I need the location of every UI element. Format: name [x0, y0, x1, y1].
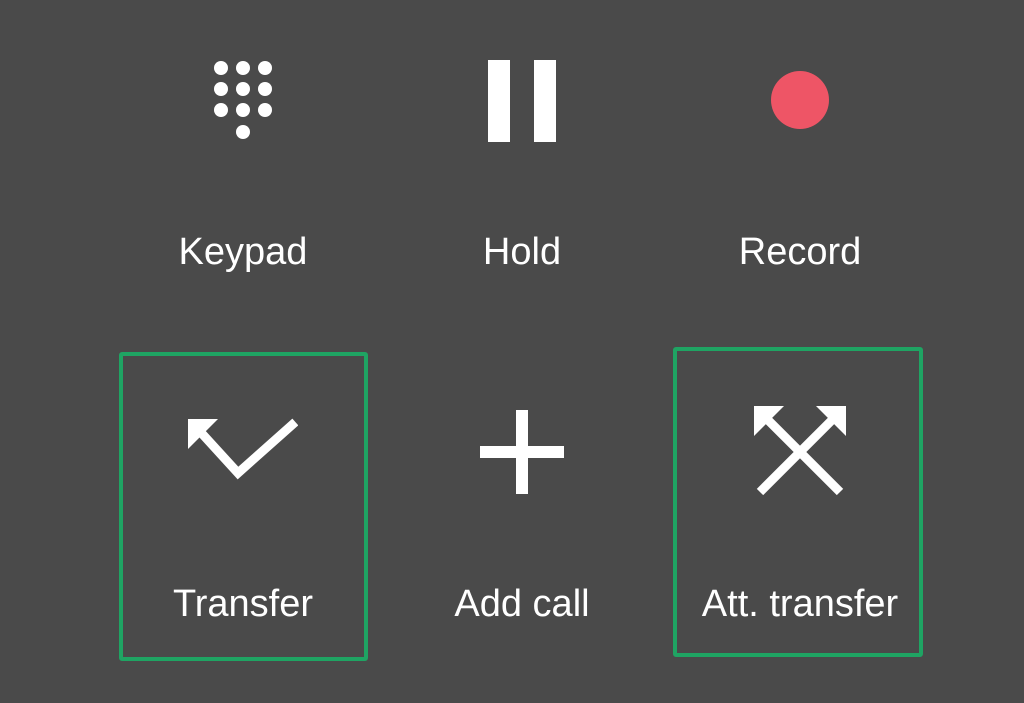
- record-label: Record: [738, 231, 862, 273]
- att-transfer-button[interactable]: Att. transfer: [670, 360, 930, 660]
- att-transfer-label: Att. transfer: [701, 583, 899, 625]
- call-controls-screen: { "controls": [ { "label": "Keypad", "ic…: [0, 0, 1024, 703]
- keypad-button[interactable]: Keypad: [113, 40, 373, 340]
- pause-icon: [488, 60, 556, 142]
- attended-transfer-icon: [754, 406, 846, 496]
- hold-button[interactable]: Hold: [392, 40, 652, 340]
- dialpad-icon: [214, 61, 272, 139]
- transfer-icon: [188, 418, 298, 480]
- add-call-button[interactable]: Add call: [392, 360, 652, 660]
- record-icon: [771, 71, 829, 129]
- keypad-label: Keypad: [178, 231, 308, 273]
- record-button[interactable]: Record: [670, 40, 930, 340]
- hold-label: Hold: [482, 231, 562, 273]
- add-icon: [480, 410, 564, 494]
- add-call-label: Add call: [454, 583, 590, 625]
- transfer-label: Transfer: [172, 583, 314, 625]
- transfer-button[interactable]: Transfer: [113, 360, 373, 660]
